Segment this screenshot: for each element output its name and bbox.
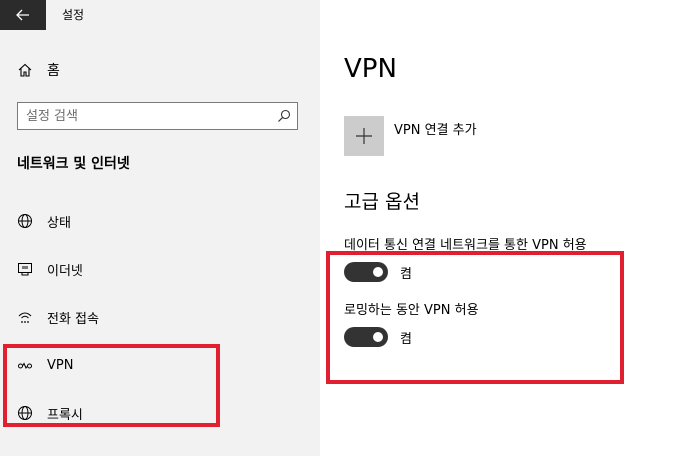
- sidebar-item-label: 프록시: [47, 407, 83, 423]
- globe-icon: [17, 405, 33, 421]
- toggle-knob: [373, 332, 383, 342]
- metered-vpn-toggle[interactable]: [344, 262, 388, 282]
- sidebar-item-ethernet[interactable]: 이더넷: [0, 246, 320, 292]
- sidebar-item-label: 전화 접속: [47, 311, 99, 327]
- toggle-knob: [373, 267, 383, 277]
- home-icon: [18, 63, 32, 77]
- home-label: 홈: [47, 63, 60, 79]
- plus-icon: [356, 128, 372, 144]
- toggle-state-label: 켬: [400, 332, 412, 347]
- search-box[interactable]: [17, 102, 298, 130]
- add-vpn-label[interactable]: VPN 연결 추가: [394, 119, 477, 138]
- home-link[interactable]: 홈: [17, 60, 60, 80]
- add-vpn-button[interactable]: [344, 116, 384, 156]
- toggle-state-label: 켬: [400, 267, 412, 282]
- search-input[interactable]: [26, 107, 276, 125]
- roaming-vpn-toggle[interactable]: [344, 327, 388, 347]
- advanced-options-heading: 고급 옵션: [344, 191, 420, 213]
- section-heading: 네트워크 및 인터넷: [17, 156, 130, 172]
- sidebar-item-label: VPN: [47, 357, 74, 373]
- vpn-icon: [17, 357, 33, 373]
- sidebar: 설정 홈 네트워크 및 인터넷 상태: [0, 0, 320, 456]
- back-button[interactable]: [0, 0, 46, 30]
- page-title: VPN: [344, 54, 397, 84]
- ethernet-icon: [17, 261, 33, 277]
- sidebar-item-dial-up[interactable]: 전화 접속: [0, 294, 320, 340]
- back-arrow-icon: [16, 9, 29, 21]
- option-metered-label: 데이터 통신 연결 네트워크를 통한 VPN 허용: [344, 238, 587, 253]
- title-bar: 설정: [0, 0, 320, 30]
- sidebar-item-label: 이더넷: [47, 263, 83, 279]
- sidebar-item-label: 상태: [47, 215, 71, 231]
- search-icon: [278, 109, 291, 122]
- app-title: 설정: [62, 8, 85, 22]
- sidebar-item-status[interactable]: 상태: [0, 198, 320, 244]
- option-roaming-label: 로밍하는 동안 VPN 허용: [344, 303, 479, 318]
- sidebar-item-proxy[interactable]: 프록시: [0, 390, 320, 436]
- sidebar-item-vpn[interactable]: VPN: [0, 342, 320, 388]
- globe-status-icon: [17, 213, 33, 229]
- dial-up-icon: [17, 309, 33, 325]
